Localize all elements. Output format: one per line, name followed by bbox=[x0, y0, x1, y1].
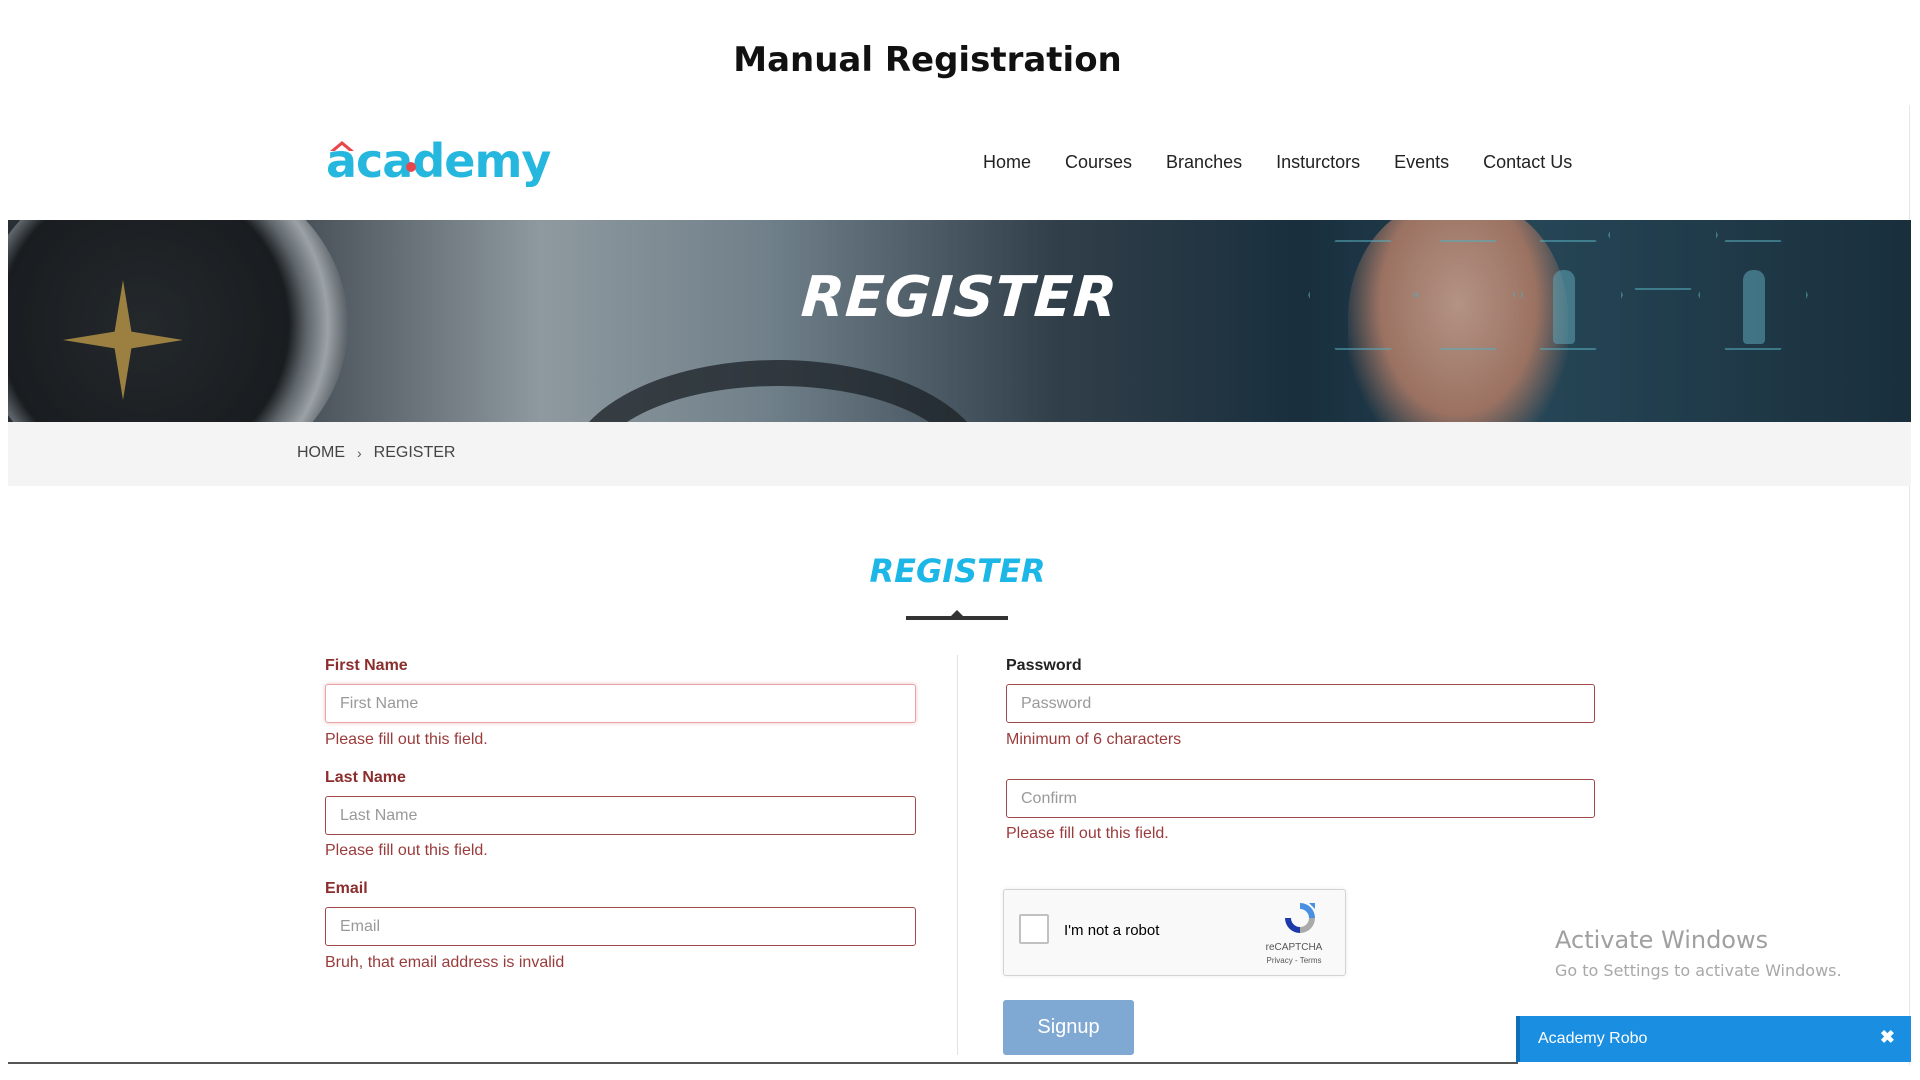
activate-windows-title: Activate Windows bbox=[1555, 926, 1769, 954]
logo-dot-icon bbox=[406, 162, 416, 172]
recaptcha-widget: I'm not a robot reCAPTCHA Privacy - Term… bbox=[1003, 889, 1346, 976]
academy-logo[interactable]: academy bbox=[326, 133, 551, 193]
confirm-password-input[interactable] bbox=[1006, 779, 1595, 818]
email-error: Bruh, that email address is invalid bbox=[325, 954, 565, 971]
chat-widget[interactable]: Academy Robo ✖ bbox=[1516, 1016, 1911, 1062]
breadcrumb: HOME › REGISTER bbox=[297, 444, 455, 462]
signup-button[interactable]: Signup bbox=[1003, 1000, 1134, 1055]
recaptcha-brand: reCAPTCHA bbox=[1265, 942, 1323, 953]
last-name-label: Last Name bbox=[325, 769, 406, 786]
breadcrumb-home[interactable]: HOME bbox=[297, 444, 345, 462]
nav-contact-us[interactable]: Contact Us bbox=[1483, 152, 1572, 173]
nav-events[interactable]: Events bbox=[1394, 152, 1449, 173]
password-input[interactable] bbox=[1006, 684, 1595, 723]
first-name-input[interactable] bbox=[325, 684, 916, 723]
bottom-rule bbox=[8, 1062, 1518, 1064]
breadcrumb-current: REGISTER bbox=[373, 444, 456, 461]
nav-home[interactable]: Home bbox=[983, 152, 1031, 173]
nav-branches[interactable]: Branches bbox=[1166, 152, 1242, 173]
last-name-error: Please fill out this field. bbox=[325, 842, 488, 859]
close-icon[interactable]: ✖ bbox=[1880, 1027, 1895, 1048]
recaptcha-checkbox[interactable] bbox=[1019, 914, 1049, 944]
screenshot-canvas: Manual Registration academy Home Courses… bbox=[0, 0, 1920, 1080]
nav-courses[interactable]: Courses bbox=[1065, 152, 1132, 173]
email-label: Email bbox=[325, 880, 368, 897]
recaptcha-icon bbox=[1285, 903, 1315, 933]
section-title: REGISTER bbox=[869, 552, 1046, 590]
last-name-input[interactable] bbox=[325, 796, 916, 835]
breadcrumb-bar: HOME › REGISTER bbox=[8, 422, 1911, 486]
hero-banner: REGISTER bbox=[8, 220, 1911, 422]
logo-text: academy bbox=[326, 134, 551, 188]
chevron-right-icon: › bbox=[357, 445, 362, 461]
recaptcha-label: I'm not a robot bbox=[1064, 922, 1160, 939]
confirm-password-error: Please fill out this field. bbox=[1006, 825, 1169, 842]
email-input[interactable] bbox=[325, 907, 916, 946]
first-name-error: Please fill out this field. bbox=[325, 731, 488, 748]
nav-instructors[interactable]: Insturctors bbox=[1276, 152, 1360, 173]
password-hint: Minimum of 6 characters bbox=[1006, 731, 1182, 748]
activate-windows-subtitle: Go to Settings to activate Windows. bbox=[1555, 961, 1842, 980]
password-label: Password bbox=[1006, 657, 1082, 674]
main-nav: Home Courses Branches Insturctors Events… bbox=[983, 152, 1572, 173]
column-divider bbox=[957, 655, 958, 1055]
chat-widget-title: Academy Robo bbox=[1538, 1030, 1648, 1047]
document-title: Manual Registration bbox=[733, 40, 1122, 80]
section-underline bbox=[906, 616, 1008, 620]
hero-title: REGISTER bbox=[799, 265, 1120, 330]
recaptcha-privacy-terms[interactable]: Privacy - Terms bbox=[1254, 956, 1334, 965]
first-name-label: First Name bbox=[325, 657, 408, 674]
